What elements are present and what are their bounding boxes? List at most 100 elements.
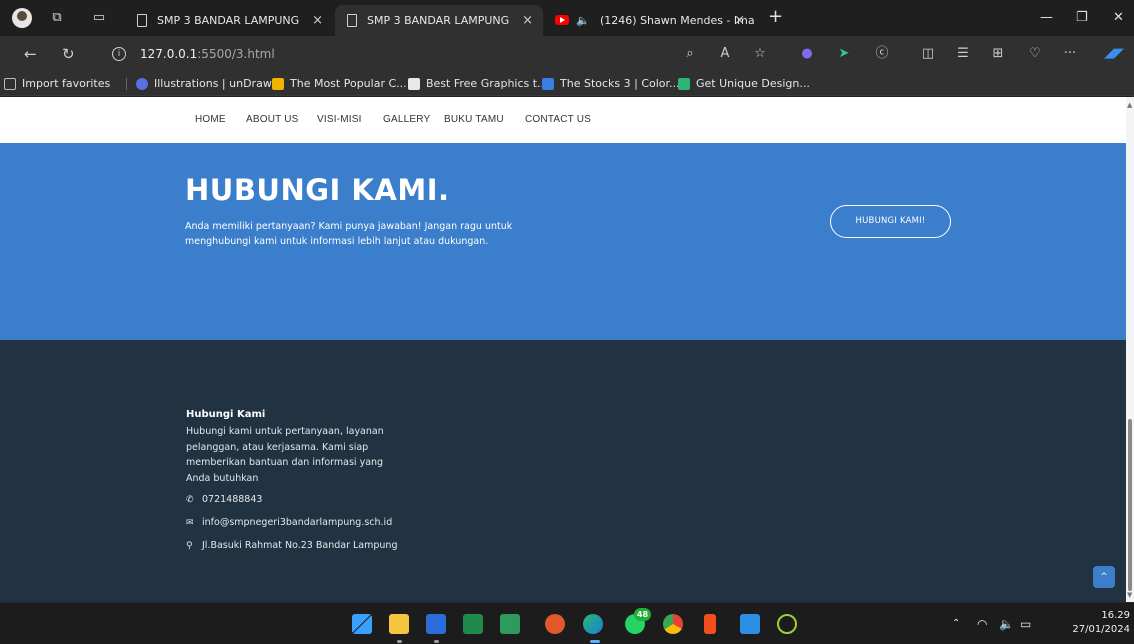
site-info-icon[interactable]: i [112, 47, 126, 61]
nav-about-us[interactable]: ABOUT US [246, 114, 299, 125]
workspaces-icon[interactable]: ⧉ [48, 9, 66, 27]
favorite-label: Illustrations | unDraw [154, 77, 272, 90]
new-tab-button[interactable]: + [768, 8, 783, 26]
chrome-icon[interactable] [663, 614, 683, 634]
nav-buku-tamu[interactable]: BUKU TAMU [444, 114, 504, 125]
favorite-label: The Stocks 3 | Color... [560, 77, 680, 90]
tab-smp3-1[interactable]: SMP 3 BANDAR LAMPUNG × [125, 5, 333, 36]
battery-icon[interactable]: ▭ [1020, 616, 1031, 632]
file-explorer-icon[interactable] [389, 614, 409, 634]
browser-tab-bar: ⧉ ▭ SMP 3 BANDAR LAMPUNG × SMP 3 BANDAR … [0, 0, 1134, 36]
stocks-icon [542, 78, 554, 90]
zoom-icon[interactable]: ⌕ [682, 46, 698, 62]
tab-close-button[interactable]: × [522, 5, 533, 36]
nav-gallery[interactable]: GALLERY [383, 114, 430, 125]
undraw-icon [136, 78, 148, 90]
phone-icon: ✆ [186, 495, 194, 505]
minimize-button[interactable]: — [1040, 9, 1053, 27]
tab-smp3-2[interactable]: SMP 3 BANDAR LAMPUNG × [335, 5, 543, 36]
address-bar[interactable]: i 127.0.0.1:5500/3.html [100, 40, 775, 68]
powerpoint-icon[interactable] [545, 614, 565, 634]
trophy-icon [272, 78, 284, 90]
site-navbar: HOME ABOUT US VISI-MISI GALLERY BUKU TAM… [0, 97, 1126, 143]
scroll-up-arrow-icon[interactable]: ▲ [1127, 101, 1132, 109]
read-aloud-icon[interactable]: A [717, 46, 733, 62]
back-arrow-icon[interactable]: ← [24, 45, 37, 63]
site-footer: Hubungi Kami Hubungi kami untuk pertanya… [0, 340, 1126, 602]
hero-title: HUBUNGI KAMI. [185, 173, 450, 207]
wifi-icon[interactable]: ◠ [977, 616, 987, 632]
browser-essentials-icon[interactable]: ♡ [1027, 46, 1043, 62]
system-clock[interactable]: 16.29 27/01/2024 [1070, 609, 1130, 637]
active-indicator [590, 640, 600, 643]
contact-hero-section: HUBUNGI KAMI. Anda memiliki pertanyaan? … [0, 143, 1126, 340]
url-path: :5500/3.html [197, 47, 275, 61]
favorite-undraw[interactable]: Illustrations | unDraw [136, 76, 272, 92]
favorite-import[interactable]: Import favorites [4, 76, 110, 92]
browser-toolbar: ← ↻ i 127.0.0.1:5500/3.html ⌕ A ☆ ● ➤ ⓒ … [0, 36, 1134, 72]
footer-email: ✉ info@smpnegeri3bandarlampung.sch.id [186, 516, 392, 530]
street-address: Jl.Basuki Rahmat No.23 Bandar Lampung [202, 540, 398, 551]
collections-icon[interactable]: ⊞ [990, 46, 1006, 62]
tab-close-button[interactable]: × [312, 5, 323, 36]
refresh-icon[interactable]: ↻ [62, 45, 75, 63]
favorite-stocks[interactable]: The Stocks 3 | Color... [542, 76, 680, 92]
project-icon[interactable] [500, 614, 520, 634]
excel-icon[interactable] [463, 614, 483, 634]
nav-contact-us[interactable]: CONTACT US [525, 114, 591, 125]
footer-description: Hubungi kami untuk pertanyaan, layanan p… [186, 426, 384, 484]
extension-download-icon[interactable]: ● [799, 46, 815, 62]
tab-actions-icon[interactable]: ▭ [90, 9, 108, 27]
mail-icon: ✉ [186, 518, 194, 528]
tray-overflow-chevron-icon[interactable]: ⌃ [952, 616, 960, 632]
word-icon[interactable] [426, 614, 446, 634]
favorites-list-icon[interactable]: ☰ [955, 46, 971, 62]
figma-icon[interactable] [704, 614, 716, 634]
vscode-icon[interactable] [740, 614, 760, 634]
footer-phone: ✆ 0721488843 [186, 493, 262, 507]
more-menu-icon[interactable]: ··· [1062, 46, 1078, 62]
copilot-icon[interactable]: ◢◤ [1102, 46, 1126, 62]
back-to-top-button[interactable]: ^ [1093, 566, 1115, 588]
clock-date: 27/01/2024 [1072, 624, 1130, 635]
page-viewport: HOME ABOUT US VISI-MISI GALLERY BUKU TAM… [0, 97, 1126, 602]
favorite-label: Best Free Graphics t... [426, 77, 548, 90]
email-address: info@smpnegeri3bandarlampung.sch.id [202, 517, 393, 528]
app-icon[interactable] [777, 614, 797, 634]
clock-time: 16.29 [1101, 610, 1130, 621]
notification-badge: 48 [634, 608, 651, 621]
volume-icon[interactable]: 🔈 [999, 616, 1014, 632]
nav-home[interactable]: HOME [195, 114, 226, 125]
extensions-puzzle-icon[interactable]: ⓒ [874, 46, 890, 62]
import-icon [4, 78, 16, 90]
tab-youtube[interactable]: 🔈 (1246) Shawn Mendes - Ima × [545, 5, 755, 36]
hubungi-kami-button[interactable]: HUBUNGI KAMI! [830, 205, 951, 238]
scroll-down-arrow-icon[interactable]: ▼ [1127, 591, 1132, 599]
favorites-separator [126, 78, 127, 90]
speaker-icon[interactable]: 🔈 [576, 5, 590, 36]
favorite-free-graphics[interactable]: Best Free Graphics t... [408, 76, 548, 92]
design-icon [678, 78, 690, 90]
windows-taskbar: 48 ⌃ ◠ 🔈 ▭ 16.29 27/01/2024 [0, 602, 1134, 644]
favorite-label: The Most Popular C... [290, 77, 407, 90]
favorite-star-icon[interactable]: ☆ [752, 46, 768, 62]
restore-button[interactable]: ❐ [1076, 9, 1088, 27]
page-scrollbar[interactable]: ▲ ▼ [1126, 97, 1134, 602]
start-menu-icon[interactable] [352, 614, 372, 634]
extension-icon[interactable]: ➤ [836, 46, 852, 62]
phone-number: 0721488843 [202, 494, 263, 505]
page-icon [137, 14, 147, 27]
close-window-button[interactable]: ✕ [1113, 9, 1124, 27]
tab-close-button[interactable]: × [734, 5, 745, 36]
tab-title: (1246) Shawn Mendes - Ima [600, 14, 755, 27]
favorite-popular[interactable]: The Most Popular C... [272, 76, 407, 92]
favorite-unique-design[interactable]: Get Unique Design... [678, 76, 810, 92]
edge-browser-icon[interactable] [583, 614, 603, 634]
profile-avatar[interactable] [12, 8, 32, 28]
nav-visi-misi[interactable]: VISI-MISI [317, 114, 362, 125]
page-icon [347, 14, 357, 27]
tab-title: SMP 3 BANDAR LAMPUNG [367, 14, 510, 27]
scrollbar-thumb[interactable] [1128, 419, 1132, 591]
hero-description: Anda memiliki pertanyaan? Kami punya jaw… [185, 221, 513, 247]
split-screen-icon[interactable]: ◫ [920, 46, 936, 62]
